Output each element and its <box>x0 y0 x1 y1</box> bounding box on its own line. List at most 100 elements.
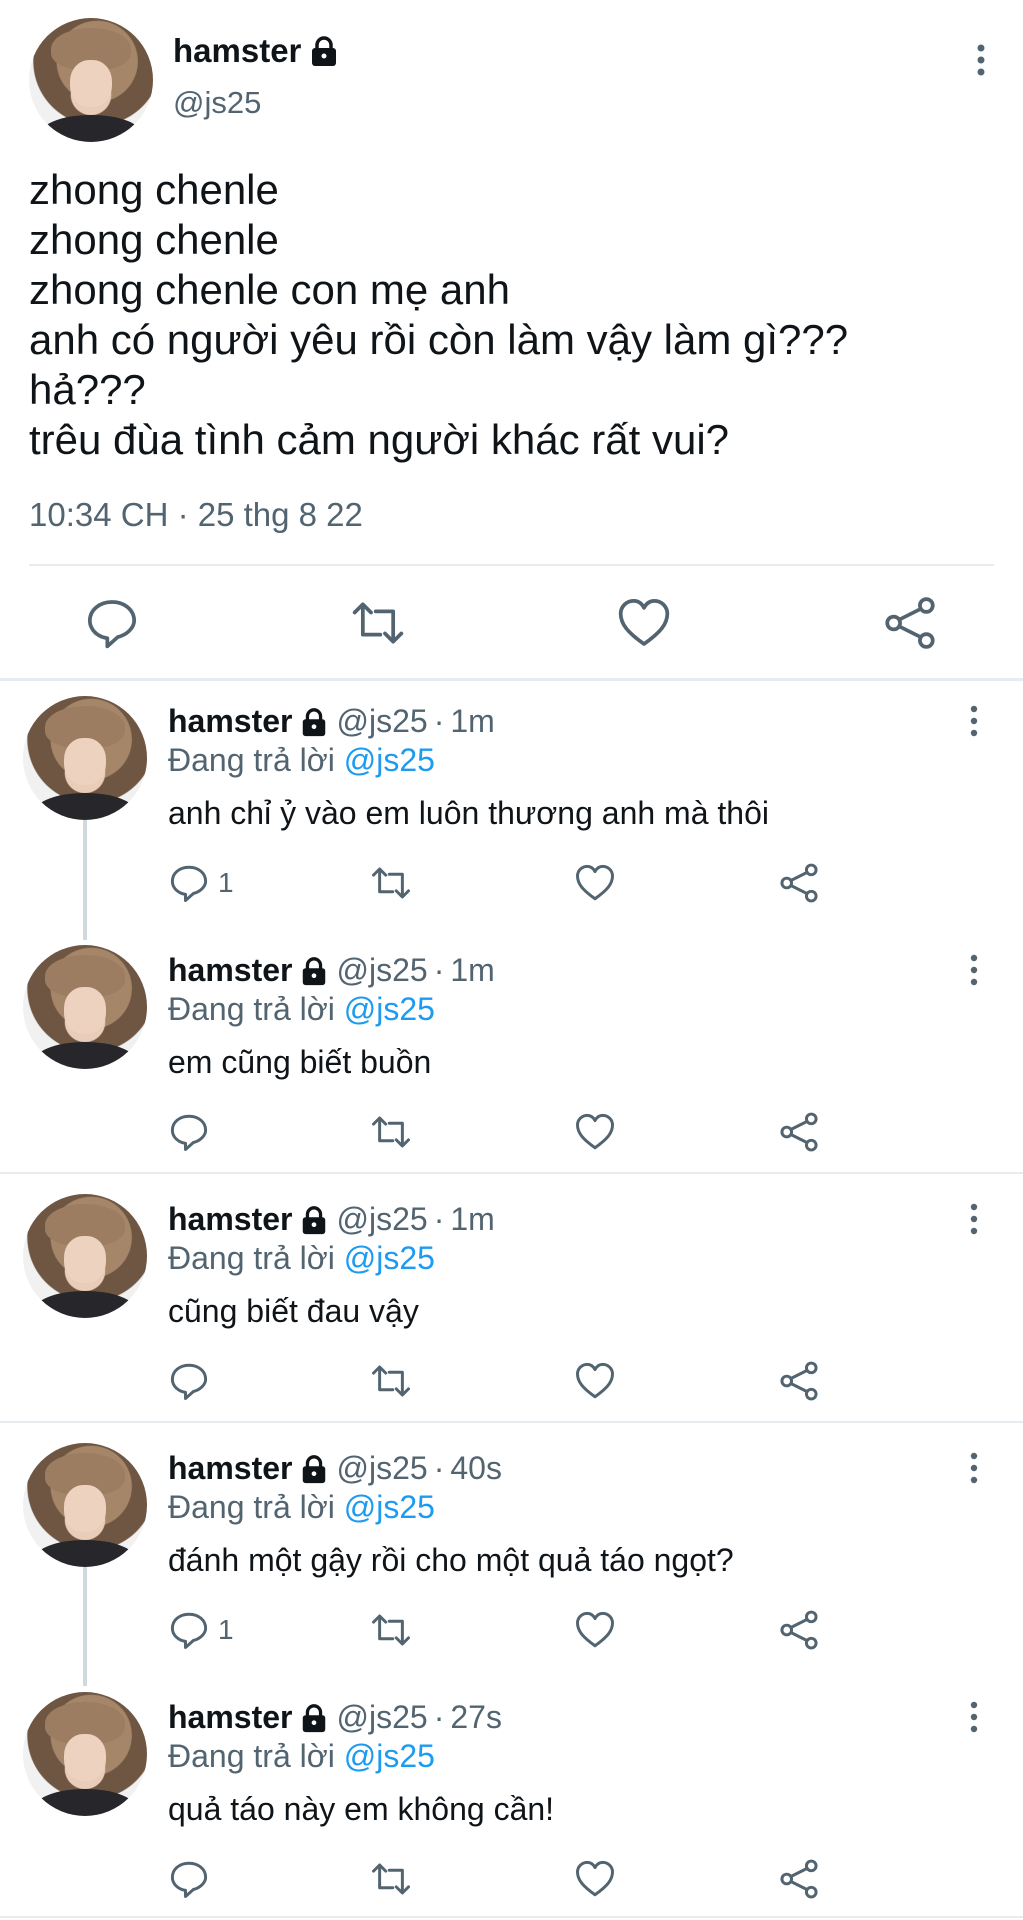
mention-link[interactable]: @js25 <box>344 1240 435 1276</box>
reply-time[interactable]: 40s <box>450 1450 502 1487</box>
retweet-icon[interactable] <box>370 1360 412 1402</box>
lock-icon <box>302 707 325 736</box>
reply-text: đánh một gậy rồi cho một quả táo ngọt? <box>168 1542 734 1578</box>
like-icon[interactable] <box>574 1858 616 1900</box>
replying-to: Đang trả lời @js25 <box>168 742 435 779</box>
reply-button[interactable] <box>168 1359 218 1403</box>
author-handle[interactable]: @js25 <box>337 703 428 740</box>
retweet-icon[interactable] <box>350 595 406 651</box>
share-icon[interactable] <box>778 1858 820 1900</box>
like-icon[interactable] <box>574 1609 616 1651</box>
reply-text: em cũng biết buồn <box>168 1044 432 1080</box>
share-button[interactable] <box>778 1608 820 1652</box>
share-button[interactable] <box>778 861 820 905</box>
separator-dot: · <box>433 1699 445 1735</box>
mention-link[interactable]: @js25 <box>344 1738 435 1774</box>
reply-button[interactable] <box>168 1857 218 1901</box>
retweet-button[interactable] <box>370 1608 412 1652</box>
author-name[interactable]: hamster <box>168 952 293 989</box>
tweet-timestamp[interactable]: 10:34 CH · 25 thg 8 22 <box>29 496 363 534</box>
mention-link[interactable]: @js25 <box>344 742 435 778</box>
reply-button[interactable]: 1 <box>168 1608 234 1652</box>
like-icon[interactable] <box>574 1111 616 1153</box>
more-options-icon[interactable] <box>969 40 993 80</box>
retweet-icon[interactable] <box>370 862 412 904</box>
like-icon[interactable] <box>574 1360 616 1402</box>
mention-link[interactable]: @js25 <box>344 991 435 1027</box>
lock-icon <box>302 956 325 985</box>
author-handle[interactable]: @js25 <box>173 85 261 121</box>
reply-time[interactable]: 1m <box>450 703 494 740</box>
divider <box>0 1916 1023 1918</box>
share-icon[interactable] <box>778 1360 820 1402</box>
retweet-button[interactable] <box>370 861 412 905</box>
reply-time[interactable]: 27s <box>450 1699 502 1736</box>
share-button[interactable] <box>778 1110 820 1154</box>
lock-icon <box>302 1205 325 1234</box>
share-icon[interactable] <box>882 595 938 651</box>
author-name[interactable]: hamster <box>168 1450 293 1487</box>
author-name[interactable]: hamster <box>168 1699 293 1736</box>
retweet-icon[interactable] <box>370 1609 412 1651</box>
author-handle[interactable]: @js25 <box>337 1699 428 1736</box>
more-options-icon[interactable] <box>965 1201 983 1237</box>
avatar[interactable] <box>29 18 153 142</box>
more-options-icon[interactable] <box>965 703 983 739</box>
reply-button[interactable]: 1 <box>168 861 234 905</box>
mention-link[interactable]: @js25 <box>344 1489 435 1525</box>
share-icon[interactable] <box>778 862 820 904</box>
retweet-icon[interactable] <box>370 1111 412 1153</box>
share-button[interactable] <box>778 1359 820 1403</box>
reply-icon[interactable] <box>168 1609 210 1651</box>
replying-prefix: Đang trả lời <box>168 742 344 778</box>
replying-to: Đang trả lời @js25 <box>168 1489 435 1526</box>
author-name-text[interactable]: hamster <box>173 32 301 70</box>
more-options-icon[interactable] <box>965 952 983 988</box>
separator-dot: · <box>433 952 445 988</box>
reply-button[interactable] <box>168 1110 218 1154</box>
lock-icon <box>312 36 337 66</box>
share-button[interactable] <box>778 1857 820 1901</box>
like-button[interactable] <box>574 861 616 905</box>
reply-header: hamster @js25 · 40s <box>168 1450 502 1487</box>
avatar[interactable] <box>23 945 147 1069</box>
like-button[interactable] <box>574 1110 616 1154</box>
author-name[interactable]: hamster <box>168 1201 293 1238</box>
reply-header: hamster @js25 · 27s <box>168 1699 502 1736</box>
author-handle[interactable]: @js25 <box>337 1201 428 1238</box>
like-button[interactable] <box>574 1608 616 1652</box>
retweet-button[interactable] <box>370 1110 412 1154</box>
replying-to: Đang trả lời @js25 <box>168 991 435 1028</box>
avatar[interactable] <box>23 696 147 820</box>
author-name[interactable]: hamster <box>173 32 339 70</box>
author-name[interactable]: hamster <box>168 703 293 740</box>
retweet-icon[interactable] <box>370 1858 412 1900</box>
retweet-button[interactable] <box>370 1857 412 1901</box>
reply-header: hamster @js25 · 1m <box>168 703 495 740</box>
reply-header: hamster @js25 · 1m <box>168 952 495 989</box>
author-handle[interactable]: @js25 <box>337 952 428 989</box>
replying-to: Đang trả lời @js25 <box>168 1738 435 1775</box>
share-icon[interactable] <box>778 1111 820 1153</box>
share-icon[interactable] <box>778 1609 820 1651</box>
retweet-button[interactable] <box>370 1359 412 1403</box>
like-button[interactable] <box>574 1857 616 1901</box>
avatar[interactable] <box>23 1194 147 1318</box>
more-options-icon[interactable] <box>965 1450 983 1486</box>
like-icon[interactable] <box>616 595 672 651</box>
tweet-line: hả??? <box>29 366 146 413</box>
reply-icon[interactable] <box>168 1111 210 1153</box>
author-handle[interactable]: @js25 <box>337 1450 428 1487</box>
reply-time[interactable]: 1m <box>450 1201 494 1238</box>
like-icon[interactable] <box>574 862 616 904</box>
avatar[interactable] <box>23 1692 147 1816</box>
reply-time[interactable]: 1m <box>450 952 494 989</box>
reply-icon[interactable] <box>168 1858 210 1900</box>
separator-dot: · <box>433 1450 445 1486</box>
more-options-icon[interactable] <box>965 1699 983 1735</box>
reply-icon[interactable] <box>168 862 210 904</box>
reply-icon[interactable] <box>84 595 140 651</box>
like-button[interactable] <box>574 1359 616 1403</box>
avatar[interactable] <box>23 1443 147 1567</box>
reply-icon[interactable] <box>168 1360 210 1402</box>
